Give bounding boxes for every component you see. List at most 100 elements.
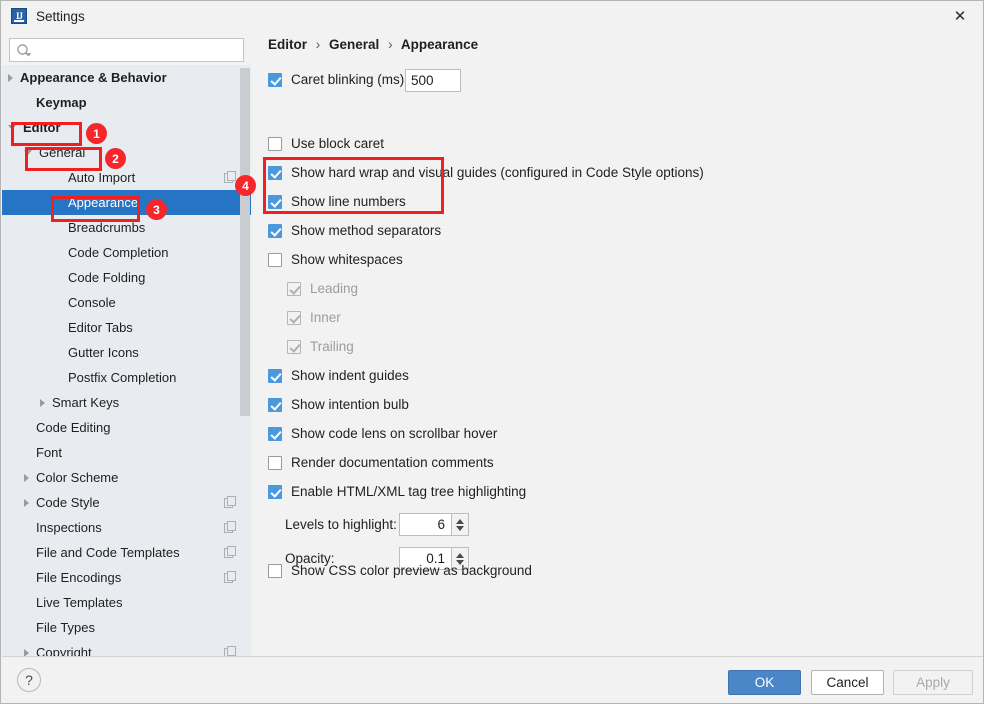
help-icon[interactable]: ?	[17, 668, 41, 692]
option-label: Show whitespaces	[291, 252, 403, 267]
copy-settings-icon[interactable]	[224, 521, 237, 534]
search-input[interactable]	[36, 39, 241, 61]
checkbox[interactable]	[268, 397, 282, 412]
search-box[interactable]	[9, 38, 244, 62]
sidebar-item-keymap[interactable]: Keymap	[2, 90, 251, 115]
sidebar-item-appearance-behavior[interactable]: Appearance & Behavior	[2, 65, 251, 90]
option-row[interactable]: Render documentation comments	[268, 455, 494, 470]
checkbox[interactable]	[268, 136, 282, 151]
sidebar-item-general[interactable]: General	[2, 140, 251, 165]
sidebar-item-code-style[interactable]: Code Style	[2, 490, 251, 515]
sidebar-scrollbar-thumb[interactable]	[240, 68, 250, 416]
css-color-preview-checkbox[interactable]	[268, 563, 282, 578]
option-row[interactable]: Show indent guides	[268, 368, 409, 383]
sidebar-item-font[interactable]: Font	[2, 440, 251, 465]
sidebar-item-file-and-code-templates[interactable]: File and Code Templates	[2, 540, 251, 565]
chevron-down-icon[interactable]	[8, 125, 16, 130]
caret-blinking-input[interactable]	[405, 69, 461, 92]
option-row[interactable]: Show method separators	[268, 223, 441, 238]
sidebar-item-color-scheme[interactable]: Color Scheme	[2, 465, 251, 490]
dialog-footer: ? OK Cancel Apply	[2, 656, 983, 703]
sidebar-item-appearance[interactable]: Appearance	[2, 190, 251, 215]
breadcrumb-editor[interactable]: Editor	[268, 37, 307, 52]
option-row[interactable]: Show whitespaces	[268, 252, 403, 267]
chevron-down-icon[interactable]	[24, 150, 32, 155]
checkbox[interactable]	[268, 165, 282, 180]
checkbox	[287, 339, 301, 354]
apply-button: Apply	[893, 670, 973, 695]
cancel-button[interactable]: Cancel	[811, 670, 884, 695]
copy-settings-icon[interactable]	[224, 496, 237, 509]
checkbox[interactable]	[268, 223, 282, 238]
sidebar-item-gutter-icons[interactable]: Gutter Icons	[2, 340, 251, 365]
levels-to-highlight-input[interactable]	[399, 513, 451, 536]
option-row[interactable]: Show line numbers	[268, 194, 406, 209]
copy-settings-icon[interactable]	[224, 571, 237, 584]
option-row[interactable]: Use block caret	[268, 136, 384, 151]
chevron-right-icon[interactable]	[40, 398, 45, 407]
sidebar-item-breadcrumbs[interactable]: Breadcrumbs	[2, 215, 251, 240]
sidebar-item-smart-keys[interactable]: Smart Keys	[2, 390, 251, 415]
chevron-up-icon[interactable]	[456, 518, 464, 524]
ok-button[interactable]: OK	[728, 670, 801, 695]
sidebar-item-auto-import[interactable]: Auto Import	[2, 165, 251, 190]
sidebar-item-file-types[interactable]: File Types	[2, 615, 251, 640]
levels-to-highlight-stepper[interactable]	[451, 513, 469, 536]
chevron-right-icon[interactable]	[24, 648, 29, 656]
sidebar-item-live-templates[interactable]: Live Templates	[2, 590, 251, 615]
caret-blinking-row[interactable]: Caret blinking (ms):	[268, 72, 408, 87]
sidebar-item-copyright[interactable]: Copyright	[2, 640, 251, 656]
sidebar-item-postfix-completion[interactable]: Postfix Completion	[2, 365, 251, 390]
copy-settings-icon[interactable]	[224, 546, 237, 559]
sidebar-item-editor-tabs[interactable]: Editor Tabs	[2, 315, 251, 340]
sidebar-item-code-completion[interactable]: Code Completion	[2, 240, 251, 265]
chevron-down-icon[interactable]	[456, 525, 464, 531]
checkbox[interactable]	[268, 194, 282, 209]
sidebar-item-label: Console	[68, 295, 116, 310]
chevron-up-icon[interactable]	[456, 552, 464, 558]
copy-settings-icon[interactable]	[224, 646, 237, 656]
sidebar-item-label: Code Folding	[68, 270, 146, 285]
sidebar-item-code-editing[interactable]: Code Editing	[2, 415, 251, 440]
checkbox[interactable]	[268, 252, 282, 267]
close-icon[interactable]: ✕	[937, 1, 983, 31]
chevron-right-icon[interactable]	[24, 473, 29, 482]
option-label: Show code lens on scrollbar hover	[291, 426, 498, 441]
caret-blinking-checkbox[interactable]	[268, 72, 282, 87]
option-label: Enable HTML/XML tag tree highlighting	[291, 484, 527, 499]
sidebar-item-console[interactable]: Console	[2, 290, 251, 315]
chevron-right-icon[interactable]	[8, 73, 13, 82]
option-row[interactable]: Show code lens on scrollbar hover	[268, 426, 497, 441]
settings-tree[interactable]: Appearance & Behavior Keymap Editor General…	[2, 65, 251, 656]
sidebar-item-label: Font	[36, 445, 63, 460]
option-row[interactable]: Enable HTML/XML tag tree highlighting	[268, 484, 526, 499]
option-label: Show hard wrap and visual guides (config…	[291, 165, 704, 180]
caret-blinking-label: Caret blinking (ms):	[291, 72, 409, 87]
sidebar-item-file-encodings[interactable]: File Encodings	[2, 565, 251, 590]
sidebar-item-label: File and Code Templates	[36, 545, 180, 560]
sidebar-item-label: General	[39, 145, 86, 160]
option-row[interactable]: Show hard wrap and visual guides (config…	[268, 165, 704, 180]
sidebar-item-label: Editor Tabs	[68, 320, 133, 335]
option-row[interactable]: Show intention bulb	[268, 397, 409, 412]
breadcrumb-appearance: Appearance	[400, 37, 479, 52]
sidebar-item-inspections[interactable]: Inspections	[2, 515, 251, 540]
checkbox[interactable]	[268, 484, 282, 499]
chevron-right-icon[interactable]	[24, 498, 29, 507]
css-color-preview-row[interactable]: Show CSS color preview as background	[268, 563, 532, 578]
sidebar-item-label: Live Templates	[36, 595, 123, 610]
sidebar-item-code-folding[interactable]: Code Folding	[2, 265, 251, 290]
css-color-preview-label: Show CSS color preview as background	[291, 563, 532, 578]
sidebar-item-label: File Encodings	[36, 570, 122, 585]
checkbox[interactable]	[268, 426, 282, 441]
checkbox[interactable]	[268, 455, 282, 470]
intellij-idea-icon: IJ	[11, 8, 27, 24]
levels-to-highlight-spinner[interactable]	[399, 513, 469, 536]
sidebar-item-editor[interactable]: Editor	[2, 115, 251, 140]
breadcrumb: Editor › General › Appearance	[268, 37, 478, 52]
option-label: Show indent guides	[291, 368, 409, 383]
breadcrumb-general[interactable]: General	[329, 37, 379, 52]
sidebar-item-label: Code Style	[36, 495, 100, 510]
sidebar-item-label: Keymap	[36, 95, 87, 110]
checkbox[interactable]	[268, 368, 282, 383]
